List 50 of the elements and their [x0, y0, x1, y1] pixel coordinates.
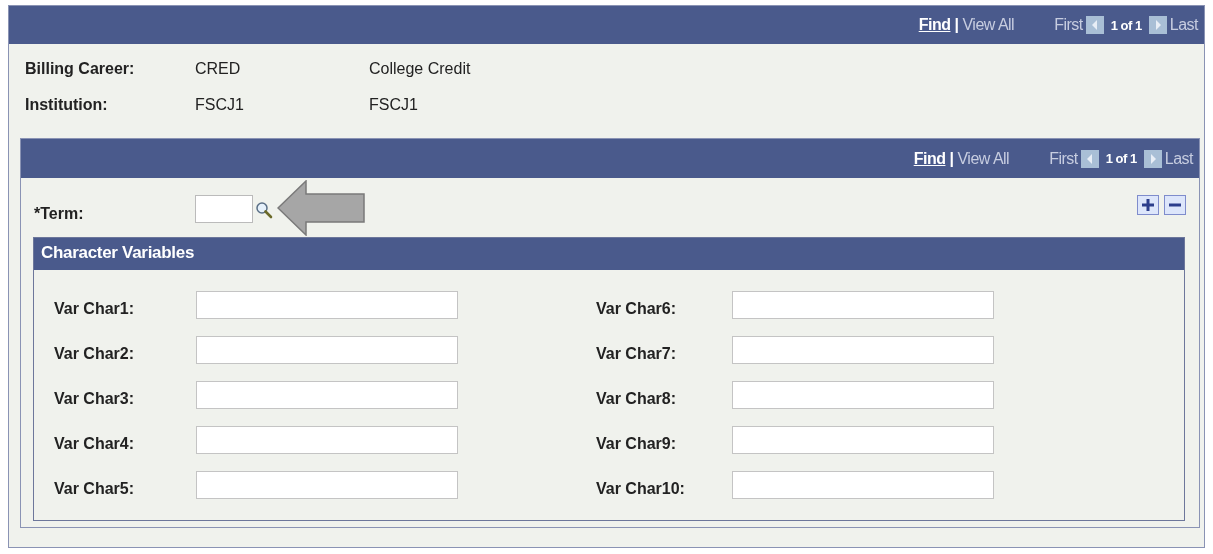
field-label: Billing Career: [25, 60, 136, 78]
input-field[interactable] [196, 291, 458, 319]
field-label: Var Char3: [54, 389, 136, 408]
view-all-link[interactable]: View All [957, 149, 1010, 168]
separator: | [949, 149, 954, 168]
field-label: Var Char2: [54, 344, 136, 363]
field-label: Var Char4: [54, 434, 136, 453]
delete-row-button[interactable] [1164, 195, 1186, 215]
input-field[interactable] [196, 381, 458, 409]
field-label: Institution: [25, 96, 109, 114]
first-link[interactable]: First [1054, 16, 1083, 34]
field-label: Var Char10: [596, 479, 686, 498]
input-field[interactable] [732, 291, 994, 319]
field-value: CRED [195, 60, 242, 78]
find-link[interactable]: Find [918, 16, 951, 34]
previous-icon[interactable] [1085, 16, 1104, 34]
find-link[interactable]: Find [913, 149, 946, 168]
separator: | [954, 16, 959, 34]
page-counter: 1 of 1 [1105, 151, 1137, 166]
field-label: Var Char6: [596, 299, 678, 318]
add-row-button[interactable] [1137, 195, 1159, 215]
field-label: Var Char5: [54, 479, 136, 498]
input-field[interactable] [196, 336, 458, 364]
field-description: FSCJ1 [369, 96, 419, 114]
plus-icon [1141, 198, 1155, 212]
last-link[interactable]: Last [1164, 149, 1193, 168]
input-field[interactable] [196, 471, 458, 499]
term-field[interactable] [195, 194, 253, 223]
page-counter: 1 of 1 [1110, 17, 1142, 33]
view-all-link[interactable]: View All [962, 16, 1015, 34]
input-field[interactable] [732, 471, 994, 499]
search-icon[interactable] [255, 200, 273, 219]
field-label: Var Char7: [596, 344, 678, 363]
field-label: Var Char9: [596, 434, 678, 453]
term-label: *Term: [34, 203, 85, 223]
field-description: College Credit [369, 60, 472, 78]
input-field[interactable] [196, 426, 458, 454]
input-field[interactable] [732, 336, 994, 364]
input-field[interactable] [732, 381, 994, 409]
first-link[interactable]: First [1049, 149, 1078, 168]
input-field[interactable] [732, 426, 994, 454]
last-link[interactable]: Last [1169, 16, 1198, 34]
section-header: Character Variables [34, 238, 1184, 270]
next-icon[interactable] [1143, 149, 1162, 168]
next-icon[interactable] [1148, 16, 1167, 34]
arrow-icon [277, 180, 367, 236]
field-value: FSCJ1 [195, 96, 245, 114]
field-label: Var Char1: [54, 299, 136, 318]
field-label: Var Char8: [596, 389, 678, 408]
previous-icon[interactable] [1080, 149, 1099, 168]
